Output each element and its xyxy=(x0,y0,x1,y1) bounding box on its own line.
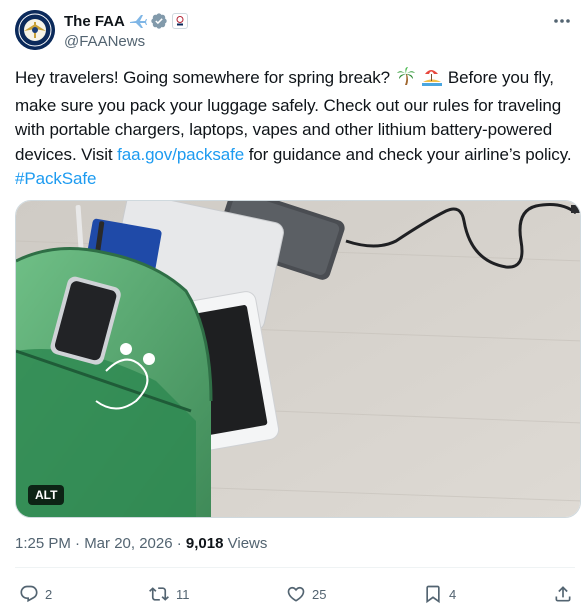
tweet-header: The FAA @FAANews xyxy=(15,10,575,54)
reply-icon xyxy=(20,585,38,603)
tweet-text-part: Hey travelers! Going somewhere for sprin… xyxy=(15,68,391,87)
island-icon xyxy=(422,66,443,94)
alt-badge[interactable]: ALT xyxy=(28,485,65,505)
repost-icon xyxy=(149,587,169,601)
like-icon xyxy=(287,586,305,602)
display-name[interactable]: The FAA xyxy=(64,13,125,30)
tweet-image[interactable]: ALT xyxy=(15,200,581,518)
packing-photo xyxy=(16,201,580,517)
handle[interactable]: @FAANews xyxy=(64,33,188,50)
views-label: Views xyxy=(227,535,268,552)
bookmark-button[interactable]: 4 xyxy=(423,584,456,604)
palm-tree-icon xyxy=(396,66,416,94)
like-button[interactable]: 25 xyxy=(286,584,326,604)
repost-count: 11 xyxy=(176,586,190,602)
verified-badge-icon[interactable] xyxy=(150,12,168,30)
tweet-meta: 1:25 PM · Mar 20, 2026 · 9,018 Views xyxy=(15,535,267,552)
like-count: 25 xyxy=(312,586,327,602)
author-names: The FAA @FAANews xyxy=(64,11,188,50)
divider xyxy=(15,567,575,568)
repost-button[interactable]: 11 xyxy=(148,584,190,604)
affiliate-badge-icon[interactable] xyxy=(171,13,188,29)
reply-count: 2 xyxy=(45,586,53,602)
more-icon[interactable] xyxy=(551,12,573,30)
bookmark-count: 4 xyxy=(449,586,457,602)
tweet-text: Hey travelers! Going somewhere for sprin… xyxy=(15,66,580,192)
hashtag-link[interactable]: #PackSafe xyxy=(15,169,96,188)
packsafe-link[interactable]: faa.gov/packsafe xyxy=(117,145,244,164)
share-icon xyxy=(555,586,571,602)
tweet-text-part: for guidance and check your airline’s po… xyxy=(248,144,572,164)
share-button[interactable] xyxy=(553,584,573,604)
views-count: 9,018 xyxy=(185,535,224,552)
reply-button[interactable]: 2 xyxy=(19,584,52,604)
action-bar: 2 11 25 4 xyxy=(15,580,575,612)
avatar[interactable] xyxy=(15,10,55,50)
airplane-icon xyxy=(129,13,147,29)
timestamp[interactable]: 1:25 PM · Mar 20, 2026 · xyxy=(15,535,182,552)
bookmark-icon xyxy=(426,585,440,604)
